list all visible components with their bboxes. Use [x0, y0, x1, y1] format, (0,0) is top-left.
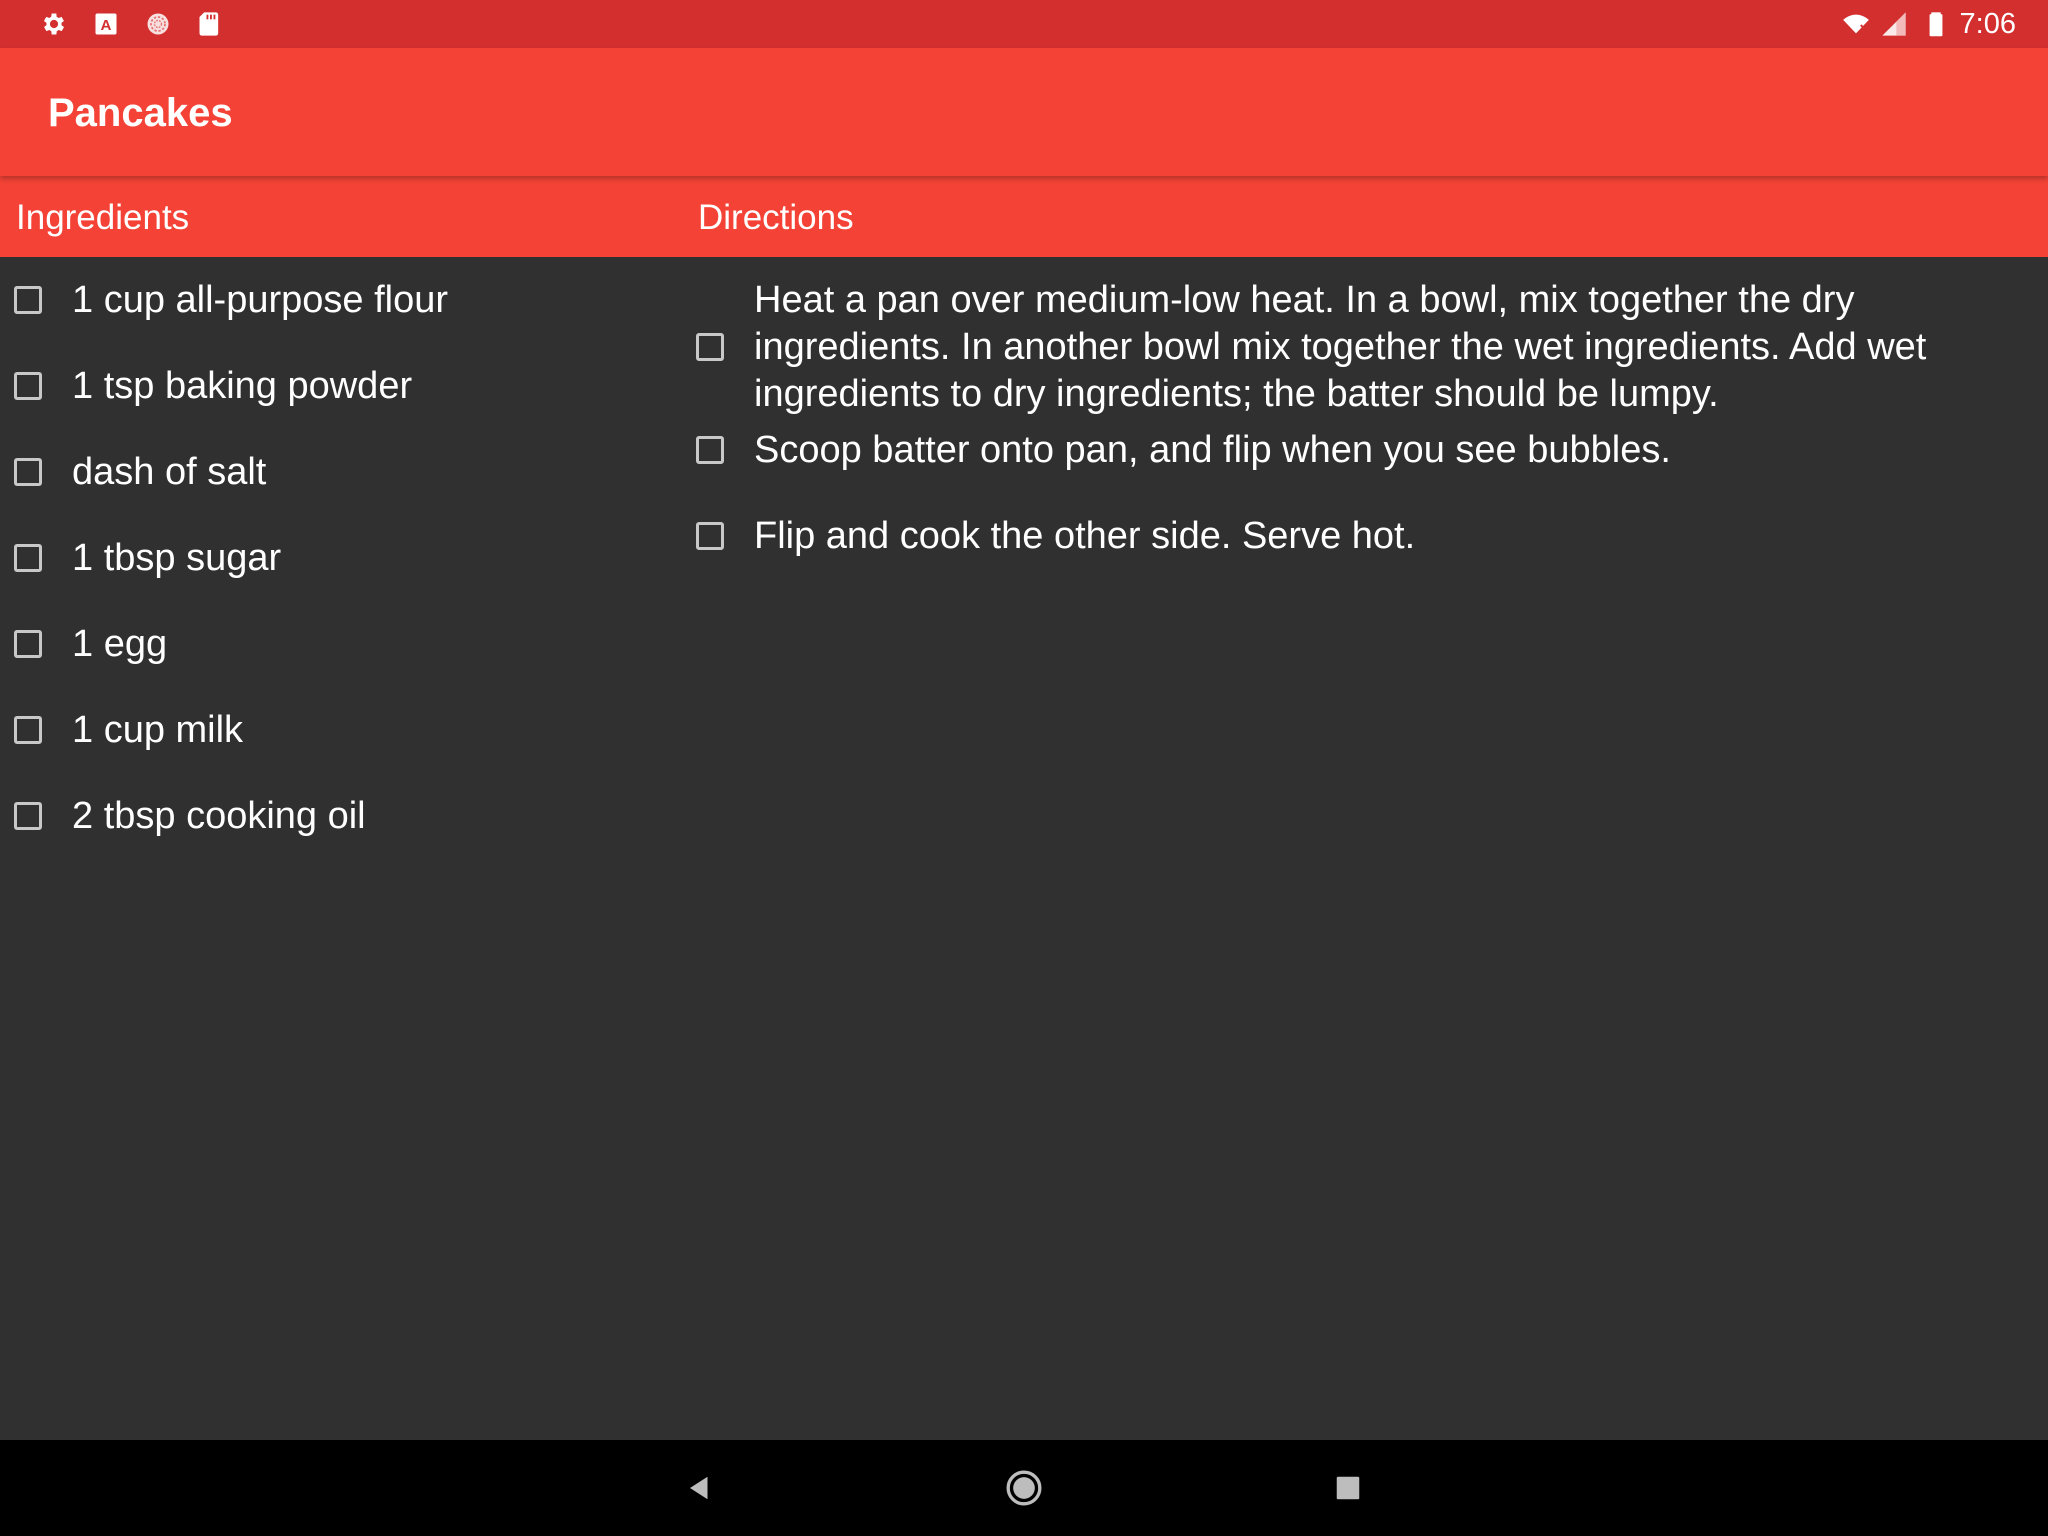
svg-text:A: A	[101, 17, 112, 34]
app-bar: Pancakes	[0, 48, 2048, 176]
recents-icon[interactable]	[1324, 1464, 1372, 1512]
sd-card-icon	[196, 10, 224, 38]
battery-icon	[1922, 10, 1950, 38]
directions-heading: Directions	[698, 198, 854, 237]
direction-label: Heat a pan over medium-low heat. In a bo…	[754, 278, 1927, 415]
settings-icon	[40, 10, 68, 38]
direction-item[interactable]: Flip and cook the other side. Serve hot.	[682, 493, 2048, 579]
direction-checkbox[interactable]	[696, 436, 724, 464]
ingredients-heading: Ingredients	[16, 198, 190, 237]
ingredient-label: 1 cup milk	[72, 708, 244, 751]
ingredient-label: 1 egg	[72, 622, 168, 665]
ingredient-item[interactable]: dash of salt	[0, 429, 682, 515]
ingredient-checkbox[interactable]	[14, 802, 42, 830]
ingredient-label: 1 cup all-purpose flour	[72, 278, 448, 321]
ingredient-label: 2 tbsp cooking oil	[72, 794, 366, 837]
ingredient-item[interactable]: 1 cup milk	[0, 687, 682, 773]
ingredient-checkbox[interactable]	[14, 630, 42, 658]
section-header: Ingredients Directions	[0, 176, 2048, 257]
page-title: Pancakes	[48, 91, 233, 135]
wifi-icon	[1842, 10, 1870, 38]
ingredient-checkbox[interactable]	[14, 716, 42, 744]
status-time: 7:06	[1959, 8, 2016, 40]
ingredient-checkbox[interactable]	[14, 286, 42, 314]
ingredient-item[interactable]: 1 egg	[0, 601, 682, 687]
ingredient-item[interactable]: 1 cup all-purpose flour	[0, 257, 682, 343]
ingredient-label: 1 tsp baking powder	[72, 364, 413, 407]
direction-checkbox[interactable]	[696, 522, 724, 550]
direction-label: Scoop batter onto pan, and flip when you…	[754, 428, 1671, 471]
home-icon[interactable]	[1000, 1464, 1048, 1512]
ingredient-checkbox[interactable]	[14, 458, 42, 486]
ingredient-label: 1 tbsp sugar	[72, 536, 282, 579]
direction-checkbox[interactable]	[696, 333, 724, 361]
ingredient-item[interactable]: 1 tsp baking powder	[0, 343, 682, 429]
sync-circle-icon	[144, 10, 172, 38]
direction-label: Flip and cook the other side. Serve hot.	[754, 514, 1416, 557]
ingredient-checkbox[interactable]	[14, 544, 42, 572]
app-screen: A 7:06 Pancakes Ingredients Directions 1…	[0, 0, 2048, 1536]
ingredient-item[interactable]: 1 tbsp sugar	[0, 515, 682, 601]
ingredient-item[interactable]: 2 tbsp cooking oil	[0, 773, 682, 859]
ingredients-list: 1 cup all-purpose flour 1 tsp baking pow…	[0, 257, 682, 859]
signal-icon	[1880, 10, 1908, 38]
directions-list: Heat a pan over medium-low heat. In a bo…	[682, 257, 2048, 579]
back-icon[interactable]	[676, 1464, 724, 1512]
ingredient-label: dash of salt	[72, 450, 267, 493]
direction-item[interactable]: Scoop batter onto pan, and flip when you…	[682, 407, 2048, 493]
font-a-icon: A	[92, 10, 120, 38]
navigation-bar	[0, 1440, 2048, 1536]
ingredient-checkbox[interactable]	[14, 372, 42, 400]
status-bar: A 7:06	[0, 0, 2048, 48]
